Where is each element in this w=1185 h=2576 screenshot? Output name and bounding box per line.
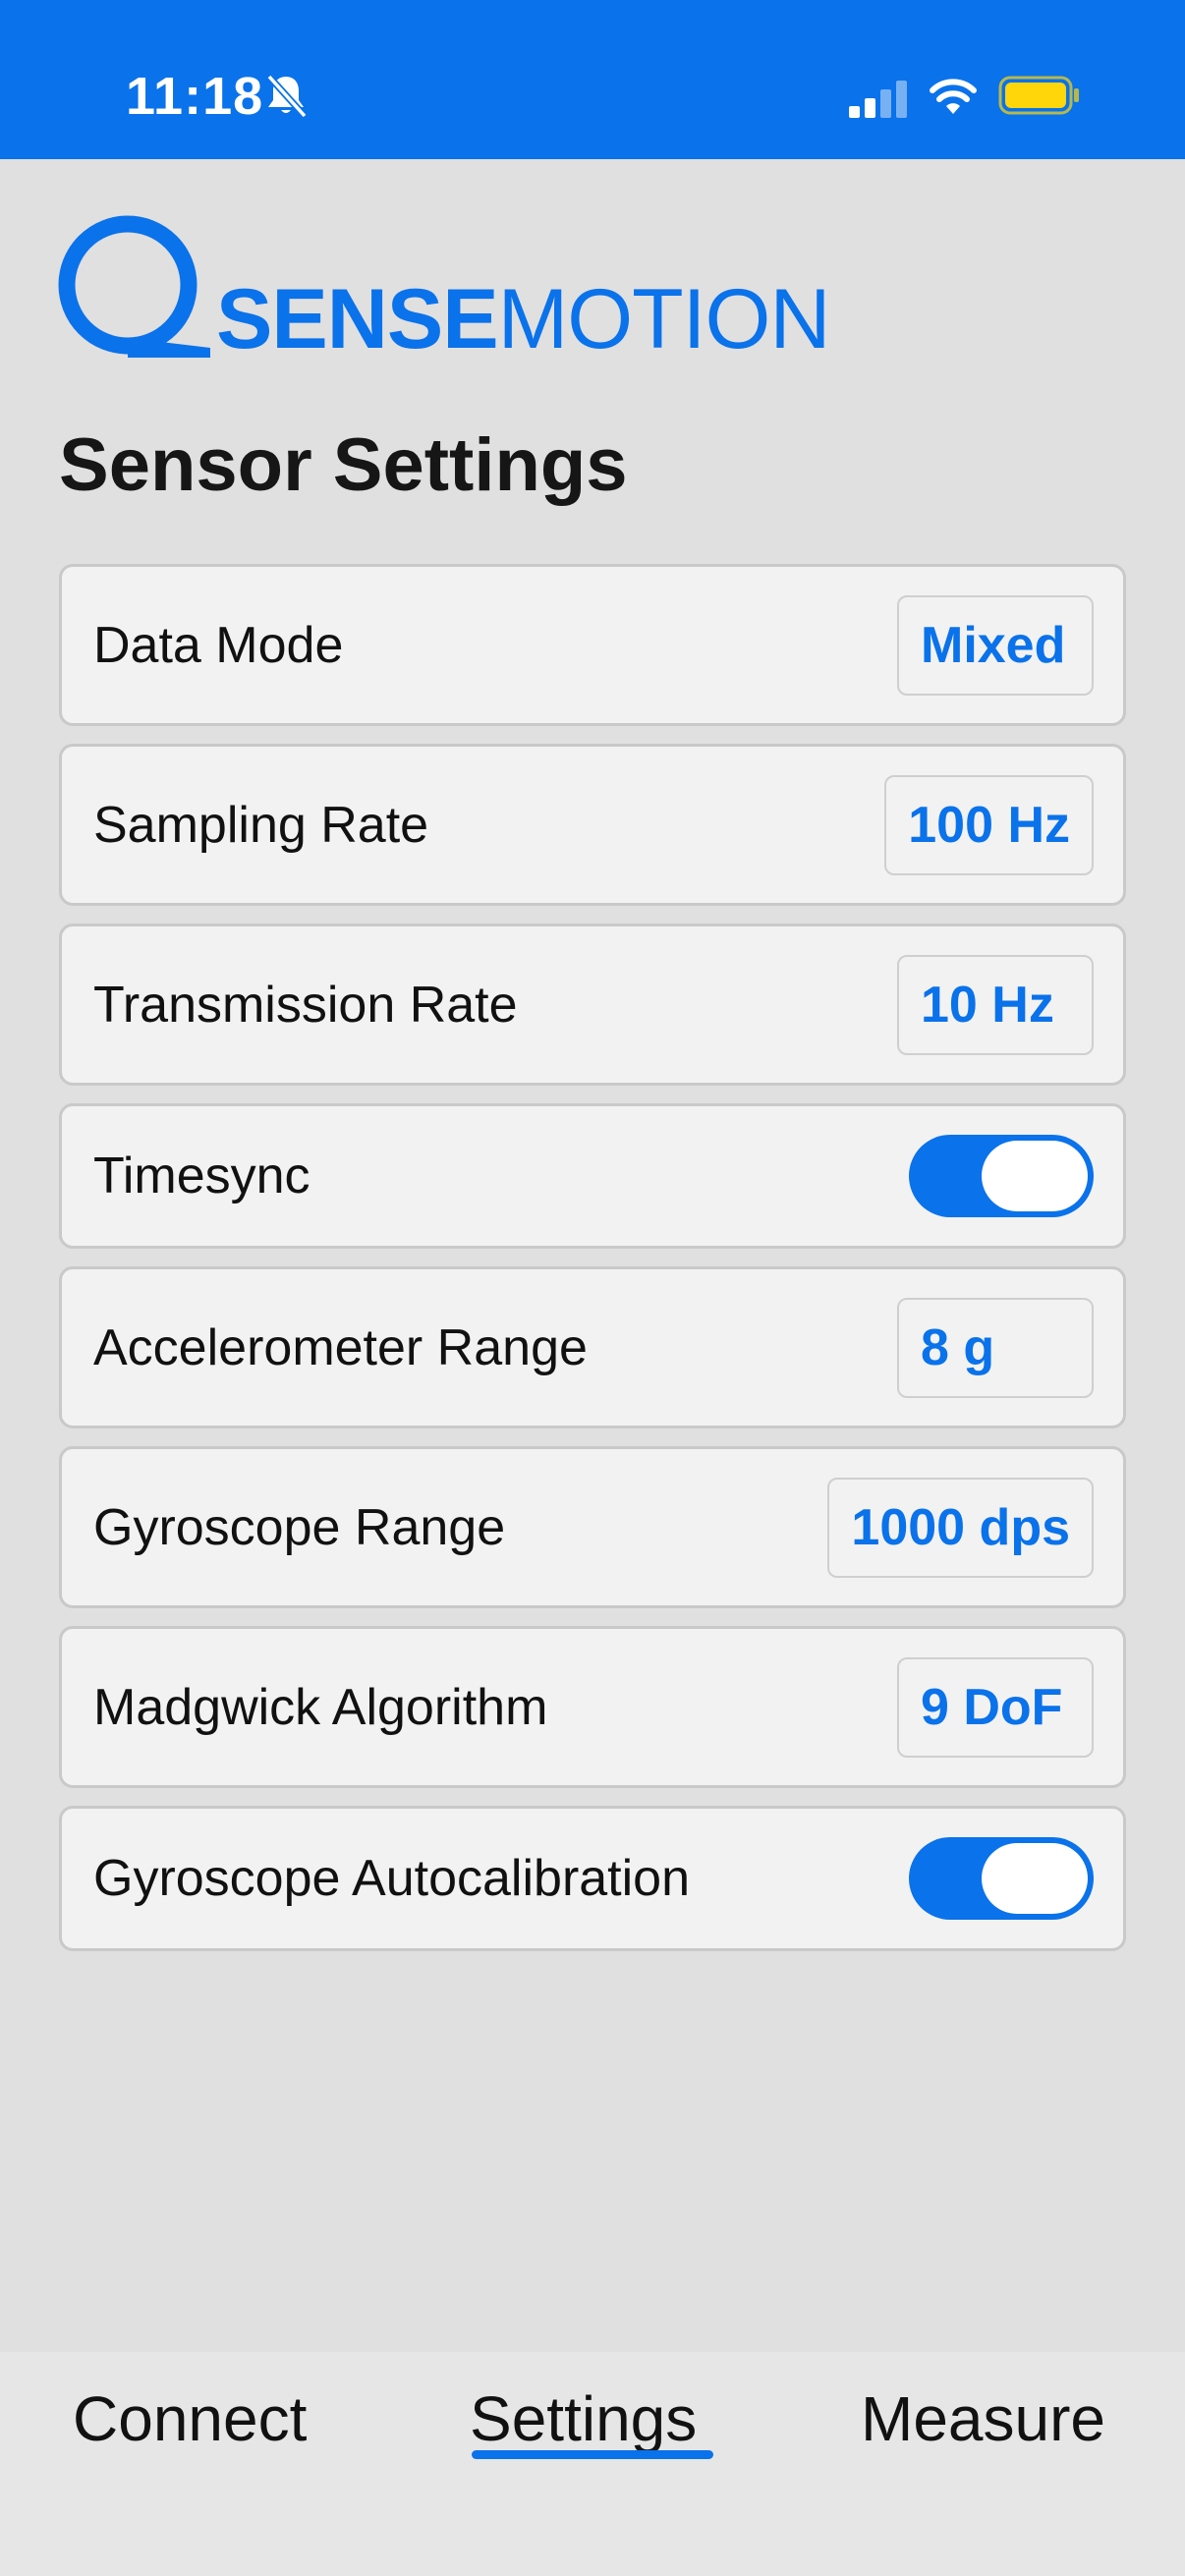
madgwick-algorithm-select[interactable]: 9 DoF (897, 1656, 1094, 1758)
gyroscope-autocalibration-toggle[interactable] (909, 1837, 1094, 1920)
setting-row-gyroscope-autocalibration: Gyroscope Autocalibration (59, 1806, 1126, 1951)
setting-label: Gyroscope Range (93, 1498, 506, 1556)
data-mode-select[interactable]: Mixed (897, 594, 1094, 696)
setting-label: Gyroscope Autocalibration (93, 1850, 691, 1907)
timesync-toggle[interactable] (909, 1135, 1094, 1217)
sensemotion-logo: SENSEMOTION (57, 214, 831, 364)
logo-wordmark-strong: SENSE (216, 272, 499, 366)
toggle-knob (982, 1141, 1088, 1211)
tab-measure[interactable]: Measure (861, 2380, 1105, 2458)
setting-label: Sampling Rate (93, 796, 429, 854)
setting-label: Timesync (93, 1148, 310, 1204)
setting-row-timesync: Timesync (59, 1103, 1126, 1249)
settings-list: Data Mode Mixed Sampling Rate 100 Hz Tra… (59, 564, 1126, 1969)
accelerometer-range-select[interactable]: 8 g (897, 1297, 1094, 1398)
bottom-tab-bar: Connect Settings Measure (0, 2352, 1185, 2576)
wifi-icon (930, 79, 977, 114)
status-time: 11:18 (126, 67, 264, 126)
setting-row-sampling-rate: Sampling Rate 100 Hz (59, 744, 1126, 906)
page-title: Sensor Settings (59, 423, 628, 507)
setting-label: Accelerometer Range (93, 1318, 588, 1376)
bell-slash-icon (266, 74, 308, 119)
logo-q-mark-icon (58, 215, 210, 358)
tab-connect[interactable]: Connect (73, 2380, 307, 2458)
setting-row-madgwick-algorithm: Madgwick Algorithm 9 DoF (59, 1626, 1126, 1788)
setting-label: Madgwick Algorithm (93, 1678, 548, 1736)
setting-label: Data Mode (93, 616, 344, 674)
setting-row-accelerometer-range: Accelerometer Range 8 g (59, 1266, 1126, 1428)
status-bar: 11:18 (0, 0, 1185, 159)
gyroscope-range-select[interactable]: 1000 dps (827, 1477, 1094, 1578)
cellular-signal-icon (849, 81, 907, 118)
setting-row-transmission-rate: Transmission Rate 10 Hz (59, 924, 1126, 1086)
setting-label: Transmission Rate (93, 976, 518, 1034)
logo-wordmark: SENSEMOTION (216, 272, 831, 366)
setting-row-data-mode: Data Mode Mixed (59, 564, 1126, 726)
active-tab-indicator (472, 2450, 713, 2459)
battery-icon (998, 76, 1079, 115)
setting-row-gyroscope-range: Gyroscope Range 1000 dps (59, 1446, 1126, 1608)
transmission-rate-select[interactable]: 10 Hz (897, 954, 1094, 1055)
tab-settings[interactable]: Settings (470, 2380, 697, 2458)
toggle-knob (982, 1843, 1088, 1914)
logo-wordmark-light: MOTION (497, 272, 831, 366)
sampling-rate-select[interactable]: 100 Hz (884, 774, 1094, 875)
